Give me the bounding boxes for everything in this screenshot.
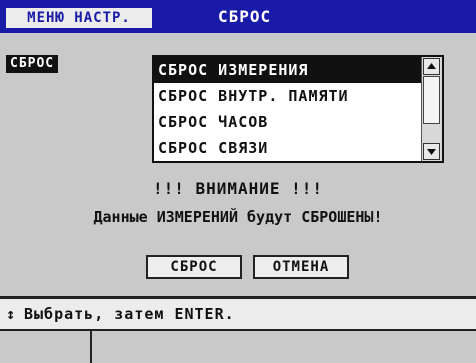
list-scrollbar[interactable] [421, 57, 442, 161]
screen-title: СБРОС [218, 7, 272, 26]
warning-title: !!! ВНИМАНИЕ !!! [152, 179, 324, 198]
list-item-reset-measurement[interactable]: СБРОС ИЗМЕРЕНИЯ [154, 57, 424, 83]
scroll-up-button[interactable] [423, 58, 440, 75]
arrow-up-icon [427, 63, 436, 69]
scroll-thumb[interactable] [423, 76, 440, 124]
warning-message: Данные ИЗМЕРЕНИЙ будут СБРОШЕНЫ! [93, 208, 383, 226]
field-label: СБРОС [6, 55, 59, 73]
menu-tab-setup[interactable]: МЕНЮ НАСТР. [6, 8, 152, 28]
reset-options-list[interactable]: СБРОС ИЗМЕРЕНИЯ СБРОС ВНУТР. ПАМЯТИ СБРО… [152, 55, 444, 163]
status-hint: Выбрать, затем ENTER. [24, 305, 235, 323]
cancel-button[interactable]: ОТМЕНА [253, 255, 349, 279]
arrow-down-icon [427, 149, 436, 155]
up-down-arrow-icon: ↕ [6, 305, 16, 323]
bottom-bar [0, 331, 476, 363]
scroll-down-button[interactable] [423, 143, 440, 160]
list-item-reset-comm[interactable]: СБРОС СВЯЗИ [154, 135, 424, 161]
list-item-reset-clock[interactable]: СБРОС ЧАСОВ [154, 109, 424, 135]
reset-button[interactable]: СБРОС [146, 255, 242, 279]
title-bar: МЕНЮ НАСТР. СБРОС [0, 0, 476, 33]
list-items: СБРОС ИЗМЕРЕНИЯ СБРОС ВНУТР. ПАМЯТИ СБРО… [154, 57, 424, 161]
list-item-reset-internal-memory[interactable]: СБРОС ВНУТР. ПАМЯТИ [154, 83, 424, 109]
status-bar: ↕ Выбрать, затем ENTER. [0, 299, 476, 329]
bottom-separator [90, 331, 92, 363]
